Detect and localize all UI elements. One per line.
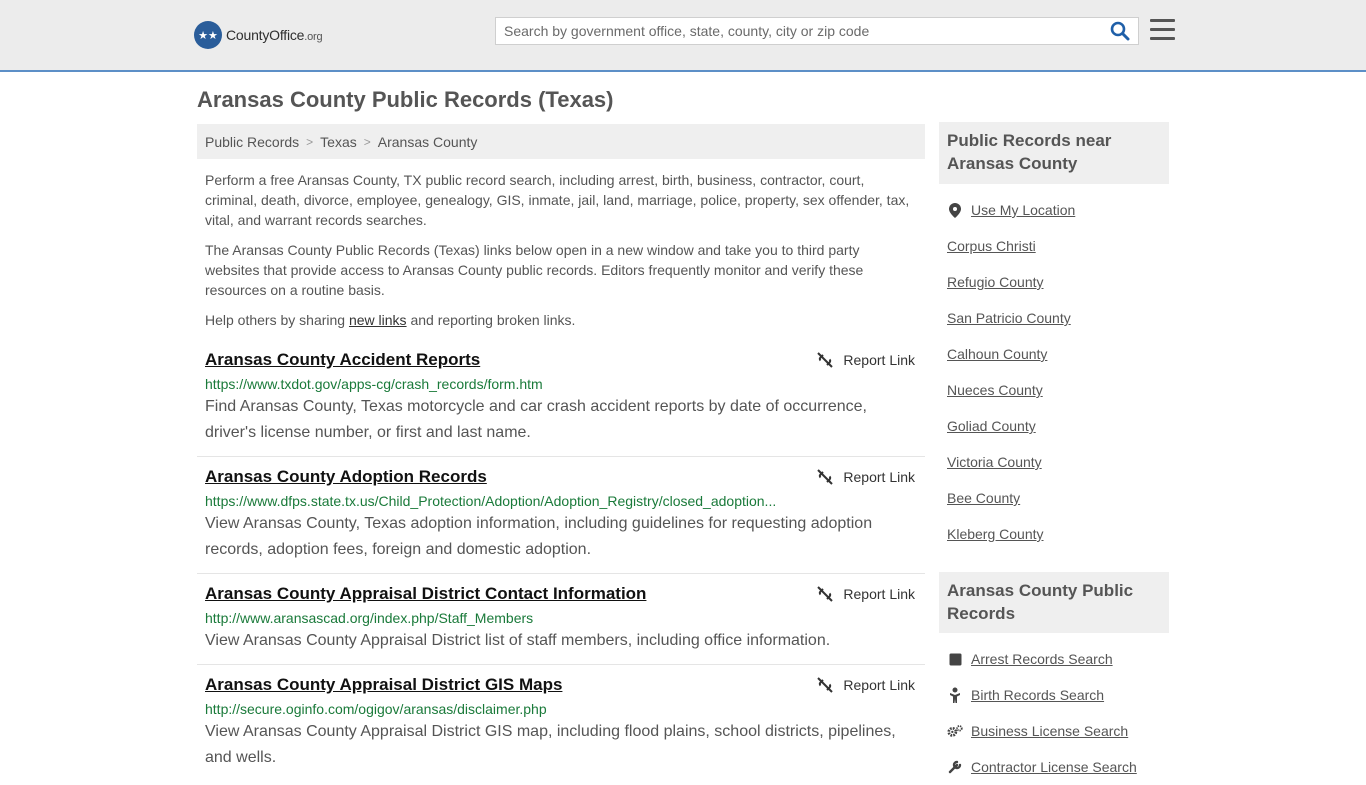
nearby-item: Corpus Christi — [939, 228, 1169, 264]
tools-icon — [947, 760, 963, 774]
nearby-link-goliad-county[interactable]: Goliad County — [947, 418, 1036, 434]
breadcrumb-separator: > — [363, 134, 371, 149]
record-url[interactable]: http://www.aransascad.org/index.php/Staf… — [205, 610, 917, 626]
record-link-item: Contractor License Search — [939, 749, 1169, 785]
birth-records-link[interactable]: Birth Records Search — [971, 687, 1104, 703]
broken-link-icon — [817, 469, 834, 485]
sidebar-nearby-title: Public Records near Aransas County — [939, 122, 1169, 184]
page-title: Aransas County Public Records (Texas) — [197, 87, 614, 112]
report-link-button[interactable]: Report Link — [817, 469, 915, 485]
sidebar-nearby: Public Records near Aransas County Use M… — [939, 122, 1169, 552]
record-description: View Aransas County Appraisal District G… — [205, 723, 896, 766]
baby-icon — [947, 687, 963, 703]
nearby-link-refugio-county[interactable]: Refugio County — [947, 274, 1044, 290]
breadcrumb-aransas-county[interactable]: Aransas County — [378, 134, 478, 150]
nearby-link-nueces-county[interactable]: Nueces County — [947, 382, 1043, 398]
search-box — [495, 17, 1139, 45]
nearby-item: Kleberg County — [939, 516, 1169, 552]
record-item: Aransas County Appraisal District GIS Ma… — [197, 675, 925, 768]
report-link-button[interactable]: Report Link — [817, 586, 915, 602]
square-icon — [947, 653, 963, 666]
breadcrumb-public-records[interactable]: Public Records — [205, 134, 299, 150]
report-link-button[interactable]: Report Link — [817, 677, 915, 693]
contractor-license-link[interactable]: Contractor License Search — [971, 759, 1137, 775]
broken-link-icon — [817, 677, 834, 693]
record-description: View Aransas County, Texas adoption info… — [205, 515, 873, 558]
nearby-item: Victoria County — [939, 444, 1169, 480]
nearby-item: Bee County — [939, 480, 1169, 516]
record-item: Aransas County Accident Reports Report L… — [197, 350, 925, 457]
intro-text: Perform a free Aransas County, TX public… — [205, 170, 917, 340]
nearby-list: Use My Location Corpus Christi Refugio C… — [939, 192, 1169, 552]
record-title-link[interactable]: Aransas County Appraisal District Contac… — [205, 584, 646, 604]
logo-tld: .org — [304, 31, 323, 43]
breadcrumb-texas[interactable]: Texas — [320, 134, 357, 150]
record-title-link[interactable]: Aransas County Adoption Records — [205, 467, 487, 487]
sidebar-records-title: Aransas County Public Records — [939, 572, 1169, 633]
breadcrumb: Public Records > Texas > Aransas County — [197, 124, 925, 159]
nearby-link-victoria-county[interactable]: Victoria County — [947, 454, 1042, 470]
logo-text: CountyOffice — [226, 27, 305, 43]
record-link-item: Business License Search — [939, 713, 1169, 749]
logo-seal-icon: ★★ — [194, 21, 222, 49]
record-title-link[interactable]: Aransas County Accident Reports — [205, 350, 480, 370]
search-input[interactable] — [496, 18, 1112, 44]
intro-paragraph-1: Perform a free Aransas County, TX public… — [205, 172, 910, 228]
hamburger-menu-icon[interactable] — [1150, 19, 1175, 41]
record-description: Find Aransas County, Texas motorcycle an… — [205, 398, 867, 441]
record-link-item: Birth Records Search — [939, 677, 1169, 713]
breadcrumb-separator: > — [306, 134, 314, 149]
map-marker-icon — [947, 202, 963, 218]
report-link-button[interactable]: Report Link — [817, 352, 915, 368]
records-link-list: Arrest Records Search Birth Records Sear… — [939, 641, 1169, 785]
record-url[interactable]: https://www.dfps.state.tx.us/Child_Prote… — [205, 493, 917, 509]
record-link-item: Arrest Records Search — [939, 641, 1169, 677]
record-title-link[interactable]: Aransas County Appraisal District GIS Ma… — [205, 675, 562, 695]
nearby-item: Goliad County — [939, 408, 1169, 444]
help-paragraph: Help others by sharing new links and rep… — [205, 312, 576, 328]
nearby-item: Refugio County — [939, 264, 1169, 300]
record-url[interactable]: https://www.txdot.gov/apps-cg/crash_reco… — [205, 376, 917, 392]
broken-link-icon — [817, 352, 834, 368]
new-links-link[interactable]: new links — [349, 312, 407, 328]
nearby-link-corpus-christi[interactable]: Corpus Christi — [947, 238, 1036, 254]
arrest-records-link[interactable]: Arrest Records Search — [971, 651, 1113, 667]
nearby-link-bee-county[interactable]: Bee County — [947, 490, 1020, 506]
site-logo[interactable]: ★★ CountyOffice.org — [194, 20, 323, 50]
nearby-link-san-patricio-county[interactable]: San Patricio County — [947, 310, 1071, 326]
broken-link-icon — [817, 586, 834, 602]
gears-icon — [947, 724, 963, 738]
use-location-item: Use My Location — [939, 192, 1169, 228]
intro-paragraph-2: The Aransas County Public Records (Texas… — [205, 242, 864, 298]
nearby-link-kleberg-county[interactable]: Kleberg County — [947, 526, 1044, 542]
search-icon[interactable] — [1110, 21, 1132, 43]
use-my-location-link[interactable]: Use My Location — [971, 202, 1075, 218]
sidebar-records: Aransas County Public Records Arrest Rec… — [939, 572, 1169, 785]
business-license-link[interactable]: Business License Search — [971, 723, 1128, 739]
nearby-item: Calhoun County — [939, 336, 1169, 372]
nearby-link-calhoun-county[interactable]: Calhoun County — [947, 346, 1047, 362]
nearby-item: Nueces County — [939, 372, 1169, 408]
record-description: View Aransas County Appraisal District l… — [205, 632, 831, 649]
record-url[interactable]: http://secure.oginfo.com/ogigov/aransas/… — [205, 701, 917, 717]
record-item: Aransas County Appraisal District Contac… — [197, 584, 925, 665]
nearby-item: San Patricio County — [939, 300, 1169, 336]
record-item: Aransas County Adoption Records Report L… — [197, 467, 925, 574]
top-bar: ★★ CountyOffice.org — [0, 0, 1366, 72]
